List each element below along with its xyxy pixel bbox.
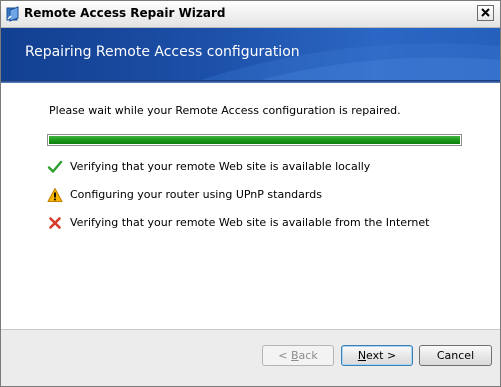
title-bar[interactable]: Remote Access Repair Wizard bbox=[1, 1, 500, 28]
close-icon bbox=[481, 8, 490, 17]
back-button-prefix: < bbox=[278, 349, 291, 362]
instruction-text: Please wait while your Remote Access con… bbox=[49, 104, 401, 117]
next-button[interactable]: Next > bbox=[341, 345, 413, 366]
back-button-hotkey: B bbox=[291, 349, 299, 362]
button-bar: < Back Next > Cancel bbox=[1, 330, 500, 386]
progress-fill bbox=[49, 136, 460, 144]
step-text: Verifying that your remote Web site is a… bbox=[70, 160, 371, 173]
step-text: Verifying that your remote Web site is a… bbox=[70, 216, 430, 229]
error-x-icon bbox=[49, 217, 61, 229]
cancel-button[interactable]: Cancel bbox=[419, 345, 492, 366]
progress-bar bbox=[47, 134, 462, 146]
page-heading: Repairing Remote Access configuration bbox=[25, 44, 300, 60]
checkmark-icon bbox=[47, 160, 63, 173]
next-button-hotkey: N bbox=[357, 349, 367, 362]
wizard-app-icon bbox=[6, 6, 19, 22]
next-button-rest: ext > bbox=[366, 349, 397, 362]
warning-icon bbox=[47, 188, 63, 202]
header-banner: Repairing Remote Access configuration bbox=[1, 28, 500, 80]
window-title: Remote Access Repair Wizard bbox=[24, 6, 226, 20]
back-button-rest: ack bbox=[298, 349, 318, 362]
step-text: Configuring your router using UPnP stand… bbox=[70, 188, 322, 201]
close-button[interactable] bbox=[477, 5, 494, 21]
content-area: Please wait while your Remote Access con… bbox=[1, 83, 500, 329]
wizard-window: Remote Access Repair Wizard Repairing Re… bbox=[0, 0, 501, 387]
back-button[interactable]: < Back bbox=[262, 345, 334, 366]
